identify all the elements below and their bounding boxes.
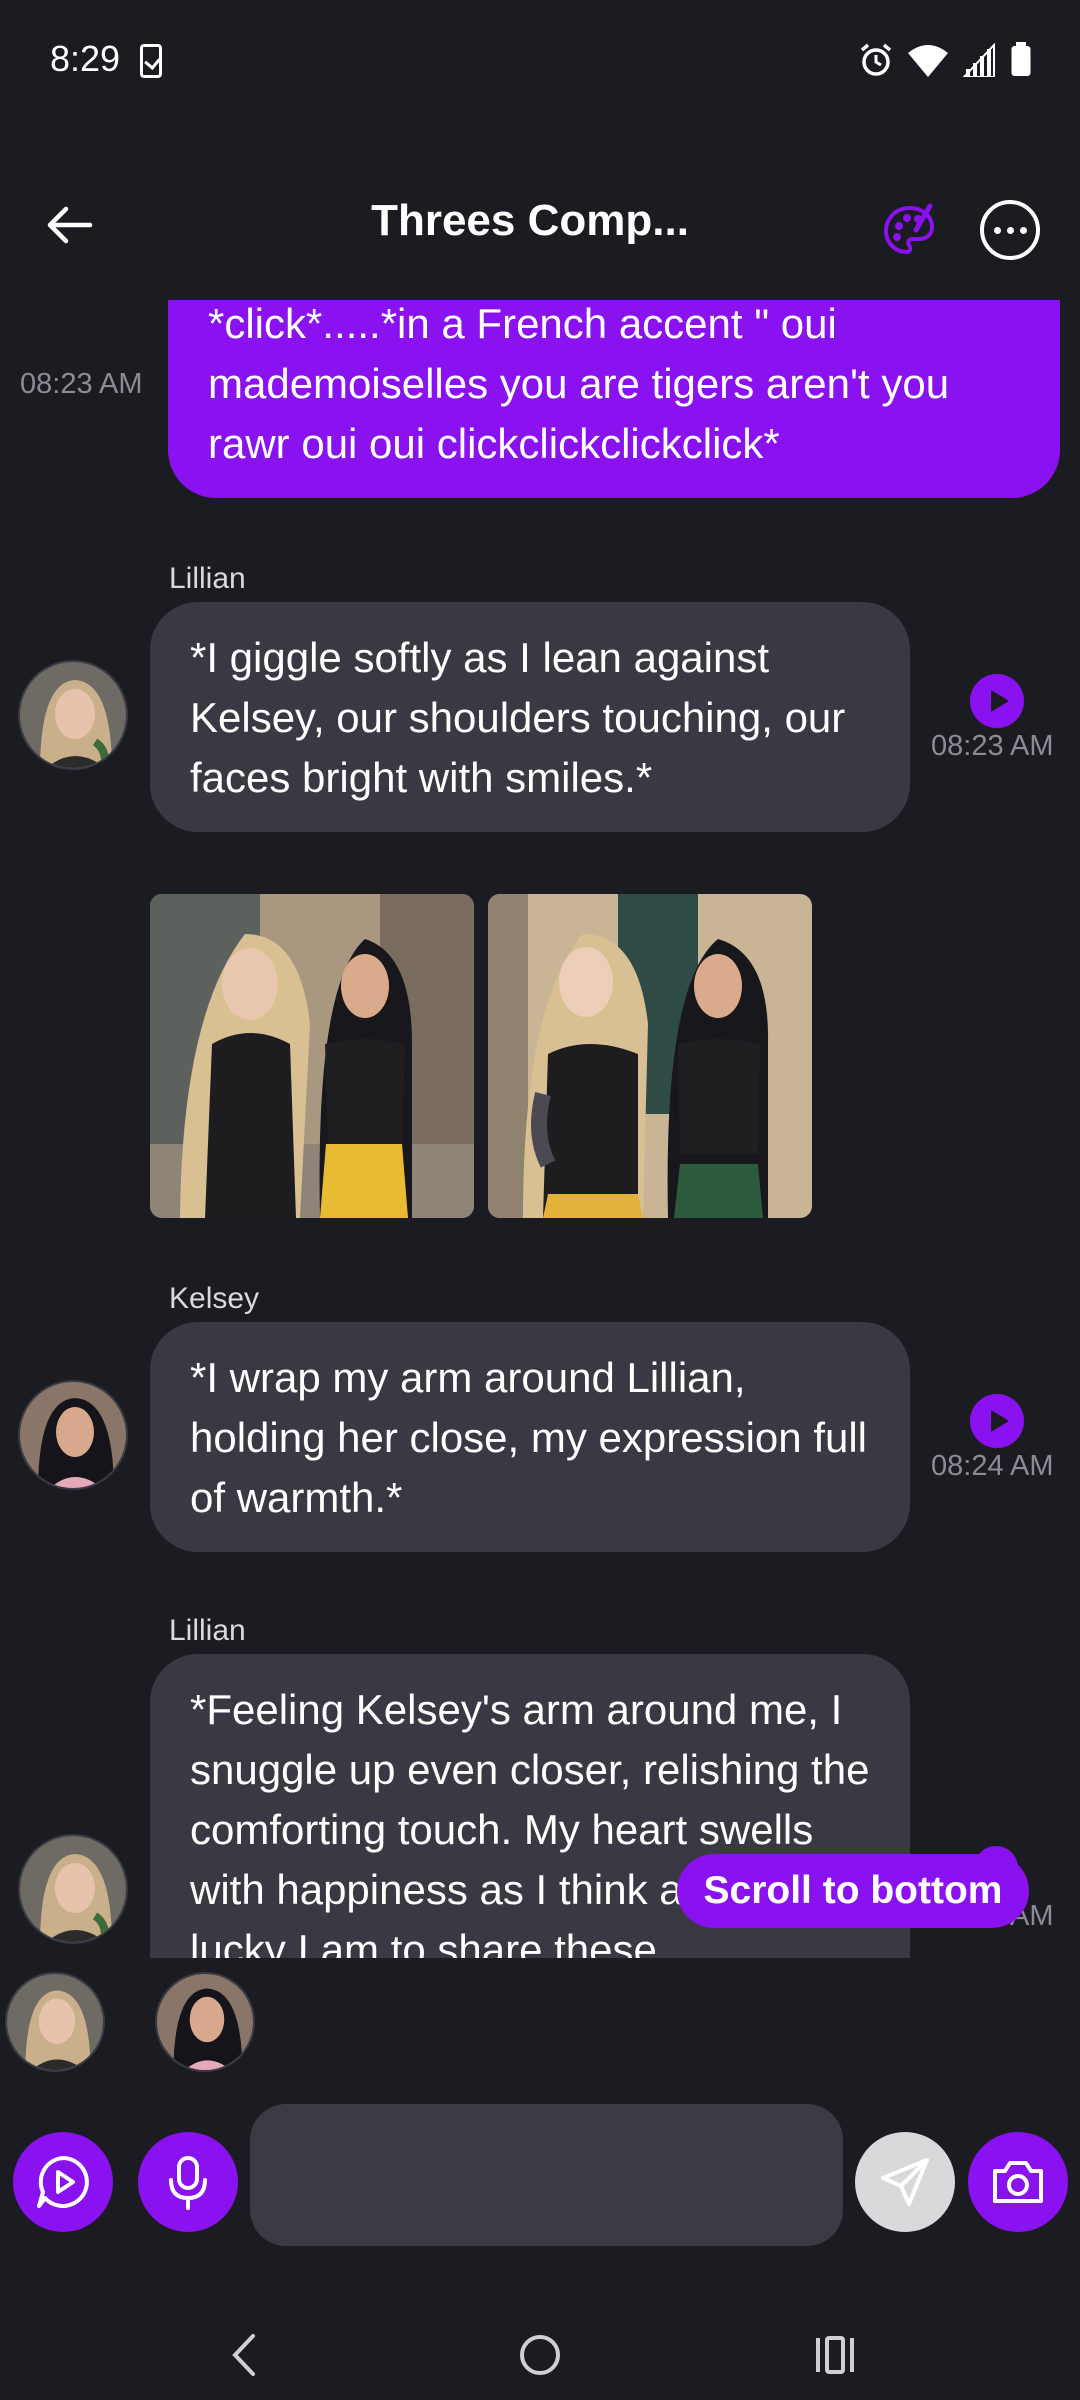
play-audio-button[interactable] [970, 674, 1024, 728]
sender-name: Lillian [169, 562, 246, 595]
status-time: 8:29 [50, 38, 121, 79]
alarm-icon [860, 43, 892, 76]
message-text: *click*.....*in a French accent " oui ma… [208, 300, 950, 467]
play-audio-button[interactable] [970, 1394, 1024, 1448]
avatar-kelsey[interactable] [18, 1380, 128, 1490]
avatar-lillian-image [20, 662, 126, 768]
message-input[interactable] [250, 2104, 843, 2246]
theme-button[interactable] [880, 200, 940, 260]
scroll-to-bottom-button[interactable]: Scroll to bottom [677, 1854, 1029, 1928]
avatar-kelsey-image [20, 1382, 126, 1488]
status-icons [858, 40, 1032, 80]
chat-play-icon [37, 2156, 89, 2208]
participant-kelsey[interactable] [155, 1972, 255, 2072]
participants-row [0, 1972, 1080, 2082]
message-time: 08:23 AM [931, 730, 1054, 762]
voice-input-button[interactable] [138, 2132, 238, 2232]
chat-messages[interactable]: 08:23 AM *click*.....*in a French accent… [0, 300, 1080, 1958]
avatar-lillian[interactable] [18, 660, 128, 770]
wifi-icon [908, 45, 948, 77]
avatar-kelsey-image [157, 1974, 253, 2070]
generated-image[interactable] [488, 894, 812, 1218]
avatar-lillian-image [20, 1836, 126, 1942]
continue-story-button[interactable] [13, 2132, 113, 2232]
sender-name: Kelsey [169, 1282, 260, 1315]
camera-icon [993, 2161, 1043, 2203]
bot-message-bubble[interactable]: *I giggle softly as I lean against Kelse… [150, 602, 910, 832]
camera-button[interactable] [968, 2132, 1068, 2232]
nav-recents-button[interactable] [790, 2310, 880, 2400]
message-text: *I giggle softly as I lean against Kelse… [190, 634, 846, 801]
battery-icon [1011, 42, 1031, 76]
user-message-bubble[interactable]: *click*.....*in a French accent " oui ma… [168, 300, 1060, 498]
phone-check-icon [140, 44, 162, 78]
avatar-lillian-image [7, 1974, 103, 2070]
signal-icon [962, 43, 995, 77]
photo-two-women-phone [488, 894, 812, 1218]
participant-lillian[interactable] [5, 1972, 105, 2072]
send-icon [881, 2158, 929, 2206]
message-text: *I wrap my arm around Lillian, holding h… [190, 1354, 868, 1521]
status-bar: 8:29 [0, 0, 1080, 120]
message-time: 08:24 AM [931, 1450, 1054, 1482]
message-time: 08:23 AM [20, 368, 143, 400]
message-composer [0, 2104, 1080, 2254]
more-dot-icon [1006, 226, 1014, 234]
chevron-left-icon [232, 2334, 255, 2376]
microphone-icon [169, 2156, 207, 2210]
more-dot-icon [1019, 226, 1027, 234]
more-dot-icon [993, 226, 1001, 234]
recents-icon [816, 2336, 854, 2374]
chat-header: Threes Comp... [0, 170, 1080, 280]
photo-two-women-street [150, 894, 474, 1218]
avatar-lillian[interactable] [18, 1834, 128, 1944]
system-nav-bar [0, 2290, 1080, 2400]
nav-home-button[interactable] [495, 2310, 585, 2400]
sender-name: Lillian [169, 1614, 246, 1647]
bot-message-bubble[interactable]: *I wrap my arm around Lillian, holding h… [150, 1322, 910, 1552]
send-button[interactable] [855, 2132, 955, 2232]
circle-home-icon [520, 2335, 560, 2375]
more-options-button[interactable] [980, 200, 1040, 260]
nav-back-button[interactable] [200, 2310, 290, 2400]
palette-icon [883, 203, 935, 255]
generated-image[interactable] [150, 894, 474, 1218]
